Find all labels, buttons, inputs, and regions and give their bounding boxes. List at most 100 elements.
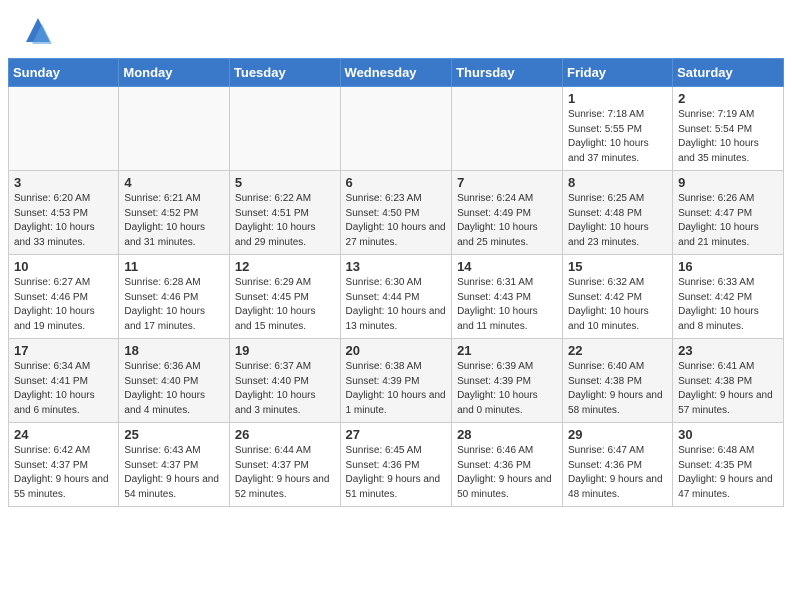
day-cell xyxy=(452,87,563,171)
day-info: Sunrise: 6:21 AMSunset: 4:52 PMDaylight:… xyxy=(124,192,224,250)
day-cell: 18 Sunrise: 6:36 AMSunset: 4:40 PMDayligh… xyxy=(119,339,230,423)
day-number: 9 xyxy=(678,175,778,190)
day-number: 29 xyxy=(568,427,667,442)
day-number: 3 xyxy=(14,175,113,190)
day-number: 21 xyxy=(457,343,557,358)
day-cell: 17Sunrise: 6:34 AMSunset: 4:41 PMDayligh… xyxy=(9,339,119,423)
day-number: 5 xyxy=(235,175,335,190)
day-cell xyxy=(119,87,230,171)
day-cell: 20Sunrise: 6:38 AMSunset: 4:39 PMDayligh… xyxy=(340,339,452,423)
day-info: Sunrise: 6:24 AMSunset: 4:49 PMDaylight:… xyxy=(457,192,557,250)
day-number: 2 xyxy=(678,91,778,106)
day-number: 10 xyxy=(14,259,113,274)
day-number: 19 xyxy=(235,343,335,358)
day-info: Sunrise: 6:47 AMSunset: 4:36 PMDaylight:… xyxy=(568,444,667,502)
day-info: Sunrise: 7:19 AMSunset: 5:54 PMDaylight:… xyxy=(678,108,778,166)
day-number: 22 xyxy=(568,343,667,358)
day-info: Sunrise: 6:45 AMSunset: 4:36 PMDaylight:… xyxy=(346,444,447,502)
page-header xyxy=(0,0,792,58)
day-number: 15 xyxy=(568,259,667,274)
day-info: Sunrise: 6:23 AMSunset: 4:50 PMDaylight:… xyxy=(346,192,447,250)
day-header-thursday: Thursday xyxy=(452,59,563,87)
day-info: Sunrise: 6:22 AMSunset: 4:51 PMDaylight:… xyxy=(235,192,335,250)
day-number: 16 xyxy=(678,259,778,274)
day-info: Sunrise: 6:39 AMSunset: 4:39 PMDaylight:… xyxy=(457,360,557,418)
day-cell: 23 Sunrise: 6:41 AMSunset: 4:38 PMDayligh… xyxy=(673,339,784,423)
day-number: 11 xyxy=(124,259,224,274)
day-info: Sunrise: 6:25 AMSunset: 4:48 PMDaylight:… xyxy=(568,192,667,250)
day-cell: 11Sunrise: 6:28 AMSunset: 4:46 PMDayligh… xyxy=(119,255,230,339)
day-number: 7 xyxy=(457,175,557,190)
day-header-saturday: Saturday xyxy=(673,59,784,87)
day-cell: 8 Sunrise: 6:25 AMSunset: 4:48 PMDaylight… xyxy=(563,171,673,255)
day-cell: 26 Sunrise: 6:44 AMSunset: 4:37 PMDayligh… xyxy=(229,423,340,507)
day-info: Sunrise: 6:20 AMSunset: 4:53 PMDaylight:… xyxy=(14,192,113,250)
day-number: 12 xyxy=(235,259,335,274)
day-cell: 1Sunrise: 7:18 AMSunset: 5:55 PMDaylight… xyxy=(563,87,673,171)
day-cell xyxy=(340,87,452,171)
day-info: Sunrise: 6:29 AMSunset: 4:45 PMDaylight:… xyxy=(235,276,335,334)
day-cell: 19 Sunrise: 6:37 AMSunset: 4:40 PMDayligh… xyxy=(229,339,340,423)
day-cell: 5 Sunrise: 6:22 AMSunset: 4:51 PMDaylight… xyxy=(229,171,340,255)
week-row-3: 10 Sunrise: 6:27 AMSunset: 4:46 PMDayligh… xyxy=(9,255,784,339)
day-info: Sunrise: 6:38 AMSunset: 4:39 PMDaylight:… xyxy=(346,360,447,418)
day-cell: 3 Sunrise: 6:20 AMSunset: 4:53 PMDaylight… xyxy=(9,171,119,255)
week-row-2: 3 Sunrise: 6:20 AMSunset: 4:53 PMDaylight… xyxy=(9,171,784,255)
day-number: 13 xyxy=(346,259,447,274)
day-cell: 16Sunrise: 6:33 AMSunset: 4:42 PMDayligh… xyxy=(673,255,784,339)
day-number: 27 xyxy=(346,427,447,442)
day-number: 30 xyxy=(678,427,778,442)
day-cell xyxy=(229,87,340,171)
day-header-monday: Monday xyxy=(119,59,230,87)
calendar-header-row: SundayMondayTuesdayWednesdayThursdayFrid… xyxy=(9,59,784,87)
day-cell: 15 Sunrise: 6:32 AMSunset: 4:42 PMDayligh… xyxy=(563,255,673,339)
day-info: Sunrise: 6:27 AMSunset: 4:46 PMDaylight:… xyxy=(14,276,113,334)
logo-icon xyxy=(20,14,56,50)
day-header-friday: Friday xyxy=(563,59,673,87)
day-info: Sunrise: 6:41 AMSunset: 4:38 PMDaylight:… xyxy=(678,360,778,418)
day-cell: 29 Sunrise: 6:47 AMSunset: 4:36 PMDayligh… xyxy=(563,423,673,507)
day-info: Sunrise: 6:40 AMSunset: 4:38 PMDaylight:… xyxy=(568,360,667,418)
calendar-table: SundayMondayTuesdayWednesdayThursdayFrid… xyxy=(8,58,784,507)
day-info: Sunrise: 6:42 AMSunset: 4:37 PMDaylight:… xyxy=(14,444,113,502)
day-cell: 27 Sunrise: 6:45 AMSunset: 4:36 PMDayligh… xyxy=(340,423,452,507)
day-number: 26 xyxy=(235,427,335,442)
day-info: Sunrise: 6:26 AMSunset: 4:47 PMDaylight:… xyxy=(678,192,778,250)
day-number: 18 xyxy=(124,343,224,358)
day-cell: 4 Sunrise: 6:21 AMSunset: 4:52 PMDaylight… xyxy=(119,171,230,255)
day-number: 8 xyxy=(568,175,667,190)
day-cell xyxy=(9,87,119,171)
day-info: Sunrise: 6:43 AMSunset: 4:37 PMDaylight:… xyxy=(124,444,224,502)
day-number: 23 xyxy=(678,343,778,358)
day-cell: 7 Sunrise: 6:24 AMSunset: 4:49 PMDaylight… xyxy=(452,171,563,255)
day-info: Sunrise: 6:44 AMSunset: 4:37 PMDaylight:… xyxy=(235,444,335,502)
day-header-wednesday: Wednesday xyxy=(340,59,452,87)
calendar-body: 1Sunrise: 7:18 AMSunset: 5:55 PMDaylight… xyxy=(9,87,784,507)
day-cell: 22 Sunrise: 6:40 AMSunset: 4:38 PMDayligh… xyxy=(563,339,673,423)
day-cell: 25 Sunrise: 6:43 AMSunset: 4:37 PMDayligh… xyxy=(119,423,230,507)
day-cell: 28 Sunrise: 6:46 AMSunset: 4:36 PMDayligh… xyxy=(452,423,563,507)
day-info: Sunrise: 6:36 AMSunset: 4:40 PMDaylight:… xyxy=(124,360,224,418)
day-header-sunday: Sunday xyxy=(9,59,119,87)
day-number: 1 xyxy=(568,91,667,106)
day-cell: 14Sunrise: 6:31 AMSunset: 4:43 PMDayligh… xyxy=(452,255,563,339)
day-info: Sunrise: 6:48 AMSunset: 4:35 PMDaylight:… xyxy=(678,444,778,502)
day-info: Sunrise: 6:37 AMSunset: 4:40 PMDaylight:… xyxy=(235,360,335,418)
day-info: Sunrise: 6:31 AMSunset: 4:43 PMDaylight:… xyxy=(457,276,557,334)
day-number: 25 xyxy=(124,427,224,442)
day-cell: 13 Sunrise: 6:30 AMSunset: 4:44 PMDayligh… xyxy=(340,255,452,339)
day-header-tuesday: Tuesday xyxy=(229,59,340,87)
week-row-4: 17Sunrise: 6:34 AMSunset: 4:41 PMDayligh… xyxy=(9,339,784,423)
day-cell: 10 Sunrise: 6:27 AMSunset: 4:46 PMDayligh… xyxy=(9,255,119,339)
day-number: 24 xyxy=(14,427,113,442)
day-number: 28 xyxy=(457,427,557,442)
day-info: Sunrise: 6:46 AMSunset: 4:36 PMDaylight:… xyxy=(457,444,557,502)
logo xyxy=(20,14,60,50)
day-cell: 24 Sunrise: 6:42 AMSunset: 4:37 PMDayligh… xyxy=(9,423,119,507)
day-number: 6 xyxy=(346,175,447,190)
day-number: 4 xyxy=(124,175,224,190)
day-info: Sunrise: 6:34 AMSunset: 4:41 PMDaylight:… xyxy=(14,360,113,418)
day-cell: 6 Sunrise: 6:23 AMSunset: 4:50 PMDaylight… xyxy=(340,171,452,255)
day-info: Sunrise: 6:32 AMSunset: 4:42 PMDaylight:… xyxy=(568,276,667,334)
day-info: Sunrise: 6:30 AMSunset: 4:44 PMDaylight:… xyxy=(346,276,447,334)
